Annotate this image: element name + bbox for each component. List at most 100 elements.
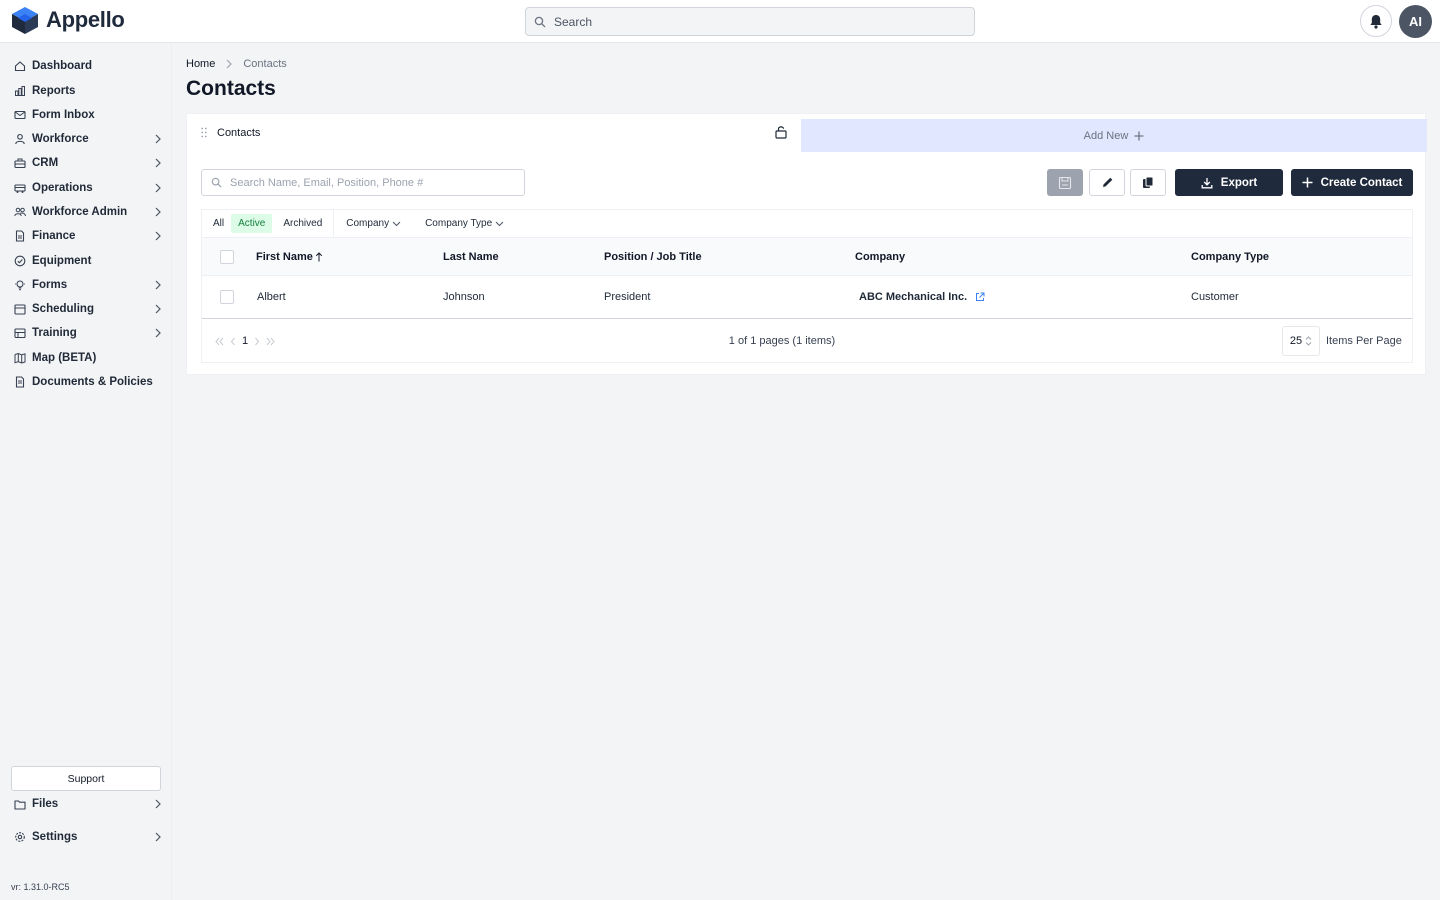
column-header-position[interactable]: Position / Job Title [604,238,702,275]
global-search-input[interactable]: Search [525,7,975,36]
sidebar-item-equipment[interactable]: Equipment [0,251,172,271]
page-title: Contacts [186,77,276,100]
chevron-right-icon [155,134,161,144]
contacts-search-field[interactable] [201,169,525,196]
cell-last-name: Johnson [443,291,485,303]
sidebar-item-label: Operations [32,182,93,194]
tab-contacts[interactable]: Contacts [187,114,801,152]
chevron-right-icon [155,207,161,217]
sidebar-item-workforce-admin[interactable]: Workforce Admin [0,202,172,222]
edit-view-button[interactable] [1089,169,1125,196]
truck-icon [14,182,26,194]
lock-icon[interactable] [775,125,787,139]
support-button[interactable]: Support [11,766,161,791]
select-all-checkbox-cell [220,238,234,275]
contacts-table: First Name Last Name Position / Job Titl… [201,237,1413,319]
sidebar-item-finance[interactable]: Finance [0,226,172,246]
select-all-checkbox[interactable] [220,249,234,264]
check-circle-icon [14,255,26,267]
chevron-right-icon [155,280,161,290]
drag-handle-icon[interactable] [201,127,207,138]
chevron-down-icon [495,221,504,226]
sidebar-item-label: Training [32,327,77,339]
column-header-company[interactable]: Company [855,238,905,275]
filter-bar: All Active Archived Company Company Type [201,209,1413,238]
chevron-right-icon [155,158,161,168]
company-filter-dropdown[interactable]: Company [346,218,401,229]
chevron-right-icon [155,799,161,809]
create-contact-label: Create Contact [1320,176,1403,189]
home-icon [14,60,26,72]
column-header-last-name[interactable]: Last Name [443,238,499,275]
sidebar-item-label: Forms [32,279,68,291]
map-icon [14,352,26,364]
contacts-search-input[interactable] [230,176,510,189]
sidebar-item-label: Finance [32,230,76,242]
sidebar-item-training[interactable]: Training [0,323,172,343]
app-logo[interactable]: Appello [10,5,125,35]
user-avatar[interactable]: AI [1399,5,1432,38]
notifications-button[interactable] [1360,5,1392,37]
company-type-filter-dropdown[interactable]: Company Type [425,218,504,229]
sidebar-item-scheduling[interactable]: Scheduling [0,299,172,319]
sidebar-item-label: Settings [32,831,78,843]
saved-view-button[interactable] [1047,169,1083,196]
global-search-placeholder: Search [554,14,593,29]
tab-add-new[interactable]: Add New [801,119,1427,152]
table-header: First Name Last Name Position / Job Titl… [201,237,1413,276]
filter-divider [333,209,335,238]
sidebar-item-operations[interactable]: Operations [0,178,172,198]
file-icon [14,376,26,388]
sidebar-item-label: Map (BETA) [32,352,97,364]
download-icon [1201,177,1213,188]
column-header-first-name[interactable]: First Name [256,238,323,275]
breadcrumb-home-link[interactable]: Home [186,58,215,70]
sidebar-item-settings[interactable]: Settings [0,827,172,847]
sidebar-item-dashboard[interactable]: Dashboard [0,56,172,76]
chevron-right-icon [155,832,161,842]
filter-all[interactable]: All [206,214,231,233]
column-header-company-type[interactable]: Company Type [1191,238,1269,275]
company-link[interactable]: ABC Mechanical Inc. [859,291,967,303]
copy-icon [1143,176,1154,188]
sidebar-item-map-beta[interactable]: Map (BETA) [0,348,172,368]
table-row[interactable]: Albert Johnson President ABC Mechanical … [201,276,1413,319]
sidebar-item-crm[interactable]: CRM [0,153,172,173]
sidebar-item-forms[interactable]: Forms [0,275,172,295]
row-checkbox[interactable] [220,290,234,304]
contacts-card: Contacts Add New Export Create Contact A… [186,113,1427,375]
sidebar-item-workforce[interactable]: Workforce [0,129,172,149]
sidebar-item-label: Workforce [32,133,89,145]
sidebar-item-files[interactable]: Files [0,794,172,814]
users-icon [14,206,26,218]
items-per-page-select[interactable]: 25 [1282,326,1320,356]
sidebar-item-label: Form Inbox [32,109,95,121]
sidebar-item-label: Equipment [32,255,92,267]
sidebar-item-documents-policies[interactable]: Documents & Policies [0,372,172,392]
column-header-label: First Name [256,250,313,263]
export-button[interactable]: Export [1175,169,1283,196]
external-link-icon[interactable] [975,292,985,302]
user-icon [14,133,26,145]
up-down-chevron-icon [1305,336,1312,346]
plus-icon [1302,177,1313,188]
chart-icon [14,85,26,97]
sidebar-item-label: CRM [32,157,59,169]
pagination-info: 1 of 1 pages (1 items) [728,335,836,347]
book-icon [14,327,26,339]
sidebar-item-reports[interactable]: Reports [0,81,172,101]
chevron-down-icon [392,221,401,226]
cell-position: President [604,291,651,303]
chevron-right-icon [155,328,161,338]
briefcase-icon [14,157,26,169]
top-bar: Appello Search AI [0,0,1440,43]
filter-active[interactable]: Active [231,214,273,233]
filter-archived[interactable]: Archived [276,214,329,233]
export-label: Export [1220,176,1258,189]
cell-company: ABC Mechanical Inc. [859,276,985,318]
sidebar-item-label: Workforce Admin [32,206,128,218]
chevron-right-icon [155,183,161,193]
sidebar-item-form-inbox[interactable]: Form Inbox [0,105,172,125]
create-contact-button[interactable]: Create Contact [1291,169,1413,196]
duplicate-view-button[interactable] [1130,169,1166,196]
